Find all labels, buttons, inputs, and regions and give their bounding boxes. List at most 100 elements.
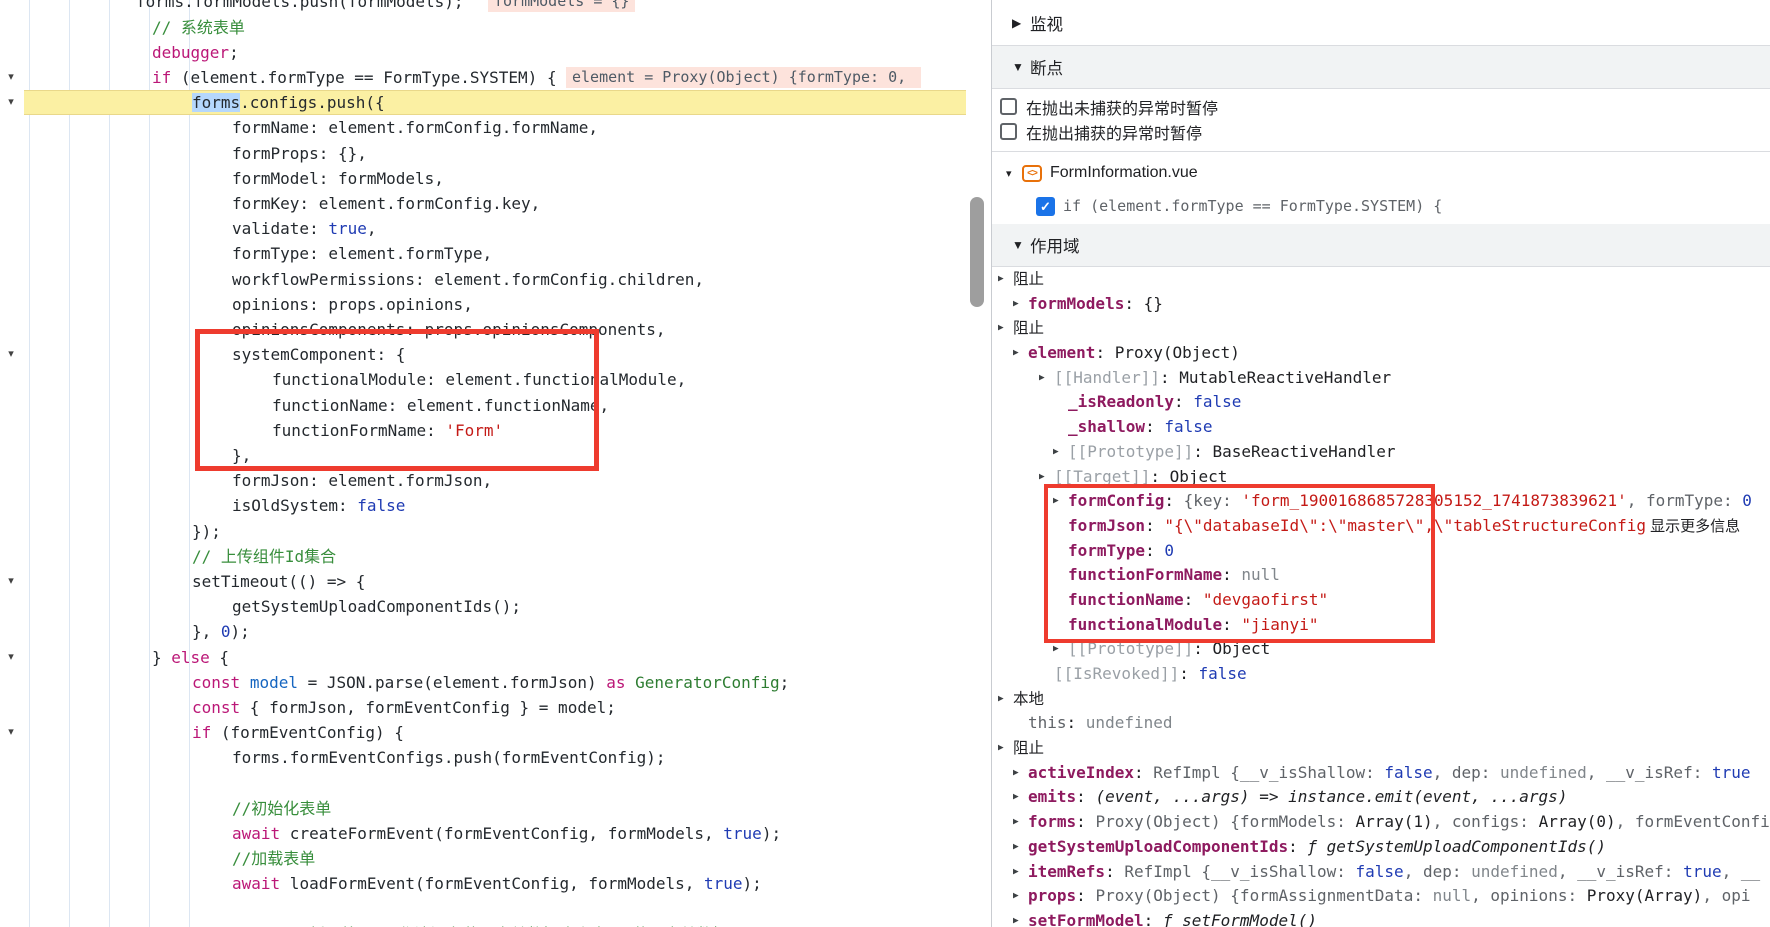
scope-row[interactable]: [[IsRevoked]]: false bbox=[992, 662, 1770, 687]
scope-row[interactable]: ▶getSystemUploadComponentIds: ƒ getSyste… bbox=[992, 835, 1770, 860]
code-line[interactable]: if (formEventConfig) { bbox=[192, 720, 404, 745]
scope-row[interactable]: ▶element: Proxy(Object) bbox=[992, 341, 1770, 366]
code-line[interactable]: validate: true, bbox=[232, 216, 377, 241]
code-line[interactable]: debugger; bbox=[152, 40, 239, 65]
scope-row[interactable]: _isReadonly: false bbox=[992, 390, 1770, 415]
scope-row[interactable]: ▶[[Prototype]]: BaseReactiveHandler bbox=[992, 440, 1770, 465]
tree-expand-icon[interactable]: ▶ bbox=[998, 316, 1004, 341]
code-line[interactable]: forms.configs.push({ bbox=[192, 90, 385, 115]
fold-arrow-icon[interactable]: ▾ bbox=[3, 90, 19, 115]
tree-expand-icon[interactable]: ▶ bbox=[1013, 292, 1019, 317]
scope-token: , __ bbox=[1722, 862, 1761, 881]
code-line[interactable]: formType: element.formType, bbox=[232, 241, 492, 266]
watch-section-header[interactable]: ▶ 监视 bbox=[992, 0, 1770, 46]
scope-token: undefined bbox=[1471, 862, 1558, 881]
scope-row[interactable]: ▶本地 bbox=[992, 687, 1770, 712]
tree-expand-icon[interactable]: ▶ bbox=[1013, 341, 1019, 366]
breakpoints-section-header[interactable]: ▼ 断点 bbox=[992, 46, 1770, 89]
code-line[interactable]: forms.formModels.push(formModels);formMo… bbox=[136, 0, 464, 15]
scope-row[interactable]: ▶emits: (event, ...args) => instance.emi… bbox=[992, 785, 1770, 810]
scope-row[interactable]: _shallow: false bbox=[992, 415, 1770, 440]
code-token: , bbox=[367, 219, 377, 238]
code-line[interactable]: const { formJson, formEventConfig } = mo… bbox=[192, 695, 616, 720]
code-line[interactable]: getSystemUploadComponentIds(); bbox=[232, 594, 521, 619]
code-token: debugger bbox=[152, 43, 229, 62]
code-line[interactable]: //初始化表单 bbox=[232, 796, 331, 821]
tree-expand-icon[interactable]: ▶ bbox=[998, 736, 1004, 761]
scope-row[interactable]: ▶forms: Proxy(Object) {formModels: Array… bbox=[992, 810, 1770, 835]
tree-expand-icon[interactable]: ▶ bbox=[1013, 909, 1019, 927]
code-line[interactable]: opinions: props.opinions, bbox=[232, 292, 473, 317]
tree-expand-icon[interactable]: ▶ bbox=[1013, 884, 1019, 909]
fold-arrow-icon[interactable]: ▾ bbox=[3, 65, 19, 90]
breakpoint-file-group[interactable]: ▾ <> FormInformation.vue bbox=[992, 157, 1770, 189]
scope-section-header[interactable]: ▼ 作用域 bbox=[992, 224, 1770, 267]
tree-expand-icon[interactable]: ▶ bbox=[1053, 440, 1059, 465]
pause-uncaught-checkbox[interactable] bbox=[1000, 98, 1017, 115]
tree-expand-icon[interactable]: ▶ bbox=[1013, 810, 1019, 835]
code-line[interactable]: setTimeout(() => { bbox=[192, 569, 365, 594]
code-line[interactable]: isOldSystem: false bbox=[232, 493, 405, 518]
scope-token: : bbox=[1067, 713, 1086, 732]
editor-scrollbar-thumb[interactable] bbox=[970, 197, 984, 307]
fold-arrow-icon[interactable]: ▾ bbox=[3, 645, 19, 670]
scope-row[interactable]: ▶props: Proxy(Object) {formAssignmentDat… bbox=[992, 884, 1770, 909]
code-token: ); bbox=[743, 874, 762, 893]
chevron-right-icon[interactable]: ▶ bbox=[1012, 16, 1030, 30]
code-line[interactable]: formName: element.formConfig.formName, bbox=[232, 115, 598, 140]
scope-token: Proxy(Object) {formAssignmentData: bbox=[1095, 886, 1432, 905]
scope-row[interactable]: ▶activeIndex: RefImpl {__v_isShallow: fa… bbox=[992, 761, 1770, 786]
code-line[interactable]: // 系统表单 bbox=[152, 15, 245, 40]
code-line[interactable]: //TODO: 暂不放开 工作流没有获取表单数据这个步骤 获取表单数据 bbox=[232, 922, 728, 927]
tree-expand-icon[interactable]: ▶ bbox=[1039, 366, 1045, 391]
code-line[interactable]: const model = JSON.parse(element.formJso… bbox=[192, 670, 789, 695]
chevron-down-icon[interactable]: ▾ bbox=[1006, 167, 1022, 180]
code-line[interactable]: }); bbox=[192, 519, 221, 544]
code-token: loadFormEvent(formEventConfig, formModel… bbox=[280, 874, 704, 893]
code-line[interactable]: await createFormEvent(formEventConfig, f… bbox=[232, 821, 781, 846]
code-token: forms.formEventConfigs.push(formEventCon… bbox=[232, 748, 665, 767]
code-line[interactable]: } else { bbox=[152, 645, 229, 670]
tree-expand-icon[interactable]: ▶ bbox=[1013, 835, 1019, 860]
fold-arrow-icon[interactable]: ▾ bbox=[3, 569, 19, 594]
code-line[interactable]: forms.formEventConfigs.push(formEventCon… bbox=[232, 745, 665, 770]
scope-row[interactable]: ▶setFormModel: ƒ setFormModel() bbox=[992, 909, 1770, 927]
scope-row[interactable]: ▶阻止 bbox=[992, 736, 1770, 761]
code-line[interactable]: formModel: formModels, bbox=[232, 166, 444, 191]
code-line[interactable]: workflowPermissions: element.formConfig.… bbox=[232, 267, 704, 292]
breakpoint-entry[interactable]: ✓ if (element.formType == FormType.SYSTE… bbox=[992, 191, 1770, 221]
code-token: .configs.push({ bbox=[240, 93, 385, 112]
scope-token: Proxy(Array) bbox=[1587, 886, 1703, 905]
tree-expand-icon[interactable]: ▶ bbox=[1013, 860, 1019, 885]
tree-expand-icon[interactable]: ▶ bbox=[998, 267, 1004, 292]
editor-scrollbar[interactable] bbox=[966, 0, 991, 927]
fold-arrow-icon[interactable]: ▾ bbox=[3, 720, 19, 745]
code-line[interactable]: await loadFormEvent(formEventConfig, for… bbox=[232, 871, 762, 896]
fold-arrow-icon[interactable]: ▾ bbox=[3, 342, 19, 367]
code-token: if bbox=[192, 723, 211, 742]
scope-row[interactable]: ▶阻止 bbox=[992, 316, 1770, 341]
code-line[interactable]: }, 0); bbox=[192, 619, 250, 644]
code-line[interactable]: formKey: element.formConfig.key, bbox=[232, 191, 540, 216]
pause-caught-checkbox[interactable] bbox=[1000, 123, 1017, 140]
code-line[interactable]: // 上传组件Id集合 bbox=[192, 544, 336, 569]
scope-row[interactable]: ▶[[Handler]]: MutableReactiveHandler bbox=[992, 366, 1770, 391]
scope-row[interactable]: ▶阻止 bbox=[992, 267, 1770, 292]
tree-expand-icon[interactable]: ▶ bbox=[1013, 761, 1019, 786]
tree-expand-icon[interactable]: ▶ bbox=[998, 687, 1004, 712]
code-line[interactable]: //加载表单 bbox=[232, 846, 315, 871]
scope-token: , configs: bbox=[1433, 812, 1539, 831]
scope-row[interactable]: this: undefined bbox=[992, 711, 1770, 736]
scope-token: getSystemUploadComponentIds bbox=[1028, 837, 1288, 856]
breakpoint-enabled-checkbox[interactable]: ✓ bbox=[1036, 197, 1055, 216]
code-line[interactable]: if (element.formType == FormType.SYSTEM)… bbox=[152, 65, 557, 90]
scope-row[interactable]: ▶formModels: {} bbox=[992, 292, 1770, 317]
chevron-down-icon[interactable]: ▼ bbox=[1012, 238, 1030, 252]
tree-expand-icon[interactable]: ▶ bbox=[1013, 785, 1019, 810]
code-line[interactable]: formProps: {}, bbox=[232, 141, 367, 166]
scope-token: 显示更多信息 bbox=[1646, 518, 1740, 535]
scope-row[interactable]: ▶itemRefs: RefImpl {__v_isShallow: false… bbox=[992, 860, 1770, 885]
chevron-down-icon[interactable]: ▼ bbox=[1012, 60, 1030, 74]
scope-token: true bbox=[1683, 862, 1722, 881]
code-line[interactable]: formJson: element.formJson, bbox=[232, 468, 492, 493]
